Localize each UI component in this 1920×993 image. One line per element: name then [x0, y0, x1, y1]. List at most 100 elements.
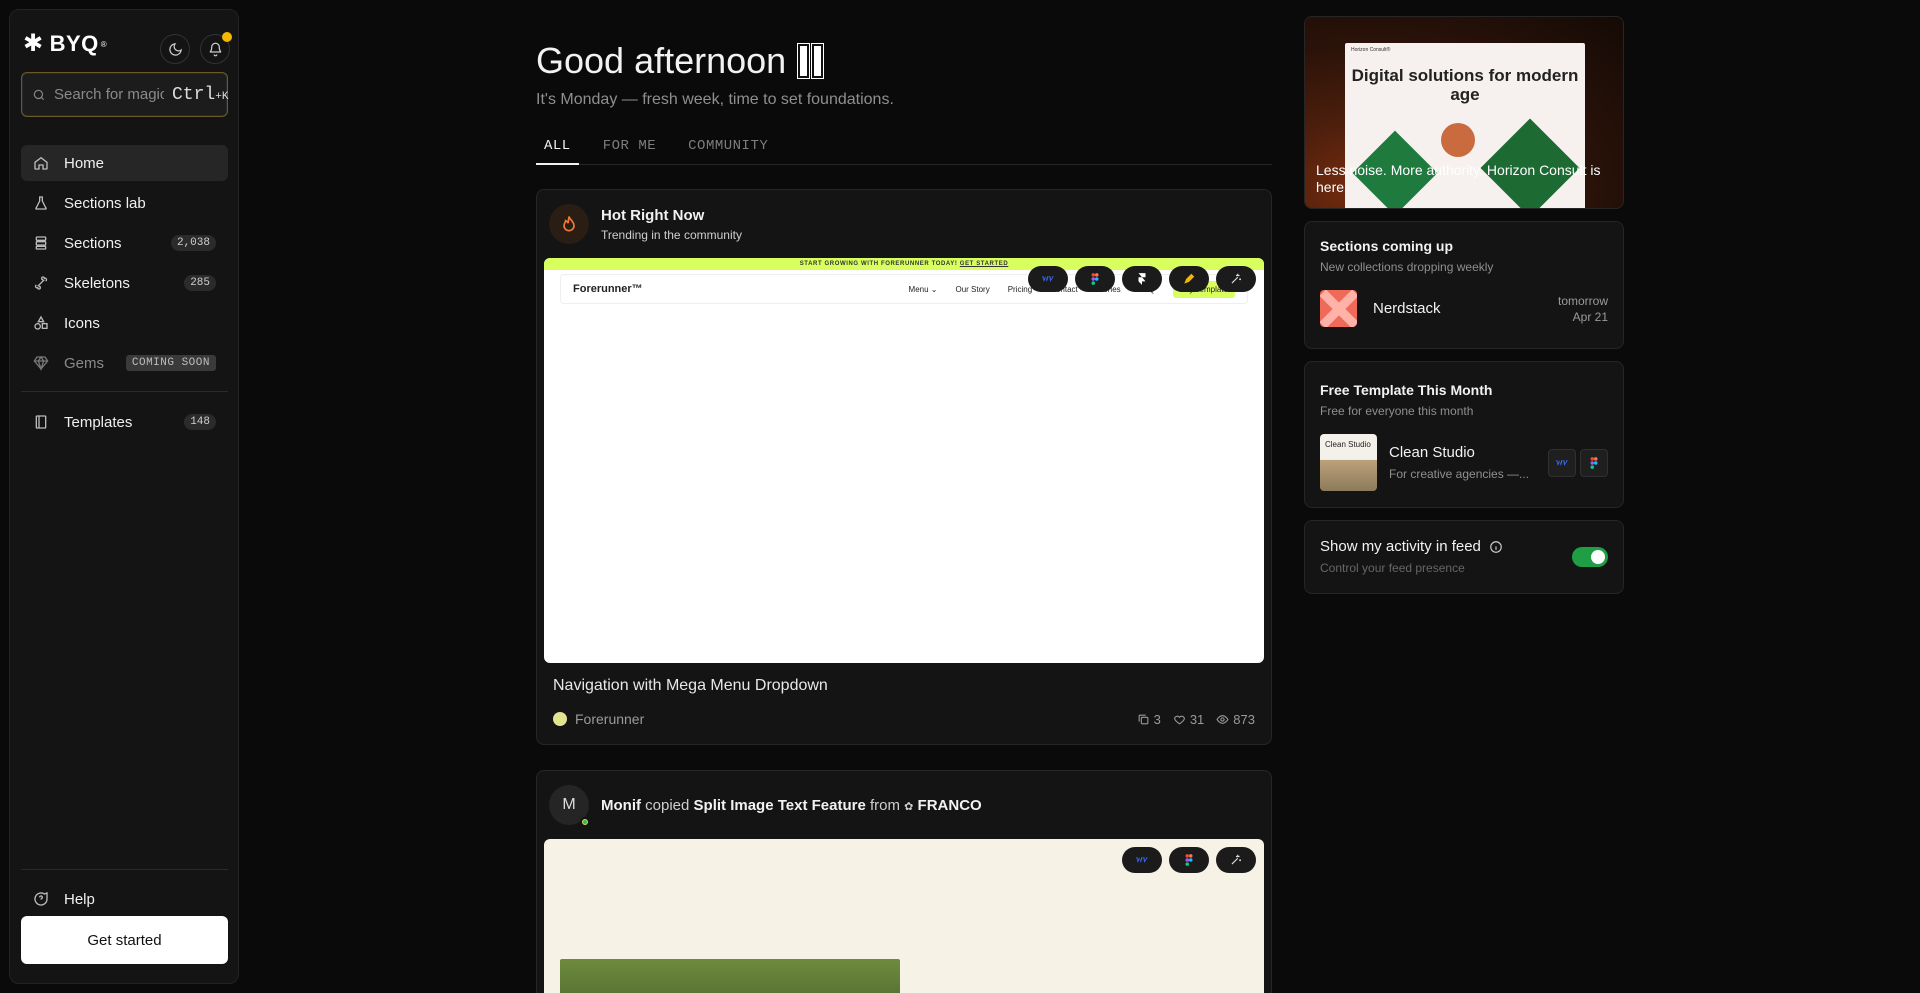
info-icon[interactable]: [1489, 540, 1503, 554]
help-chat-icon: [34, 892, 48, 906]
greeting-text: Good afternoon: [536, 40, 787, 81]
nav-label: Sections: [64, 234, 122, 252]
nav-label: Sections lab: [64, 194, 146, 212]
free-template-item[interactable]: Clean Studio Clean Studio For creative a…: [1320, 434, 1608, 491]
section-preview[interactable]: [544, 839, 1264, 993]
activity-item[interactable]: Split Image Text Feature: [694, 797, 866, 814]
coming-item-date: tomorrow Apr 21: [1557, 293, 1608, 324]
nav-item-skeletons[interactable]: Skeletons 285: [21, 265, 228, 301]
coming-item[interactable]: Nerdstack tomorrow Apr 21: [1320, 290, 1608, 327]
sections-count-badge: 2,038: [170, 235, 216, 251]
page-subtitle: It's Monday — fresh week, time to set fo…: [536, 91, 894, 108]
brand-logo[interactable]: ✱ BYQ ®: [23, 31, 107, 57]
sidebar: ✱ BYQ ® Ctrl+K Home Sections lab Section…: [9, 9, 239, 984]
nerdstack-logo-icon: [1320, 290, 1357, 327]
eye-icon: [1216, 714, 1229, 724]
nav-item-icons[interactable]: Icons: [21, 305, 228, 341]
template-figma-button[interactable]: [1580, 448, 1608, 477]
activity-source[interactable]: FRANCO: [918, 797, 982, 814]
framer-button[interactable]: [1122, 266, 1162, 292]
bone-icon: [34, 276, 48, 290]
nav-item-home[interactable]: Home: [21, 145, 228, 181]
preview-photo: [560, 959, 900, 993]
brand-mark: ®: [100, 39, 108, 49]
theme-toggle-button[interactable]: [160, 34, 190, 64]
tool-row: [1028, 266, 1256, 292]
activity-text: Monif copied Split Image Text Feature fr…: [601, 796, 982, 814]
search-shortcut: Ctrl+K: [172, 84, 229, 105]
flame-icon: [563, 216, 575, 232]
templates-count-badge: 148: [184, 414, 216, 430]
card-stats: 3 31 873: [1137, 712, 1255, 727]
source-icon: ✿: [904, 800, 914, 813]
gem-icon: [33, 355, 49, 371]
nav-item-gems[interactable]: Gems COMING SOON: [21, 345, 228, 381]
template-webflow-button[interactable]: [1548, 448, 1576, 477]
brand-name: BYQ: [49, 31, 99, 56]
card-header: Hot Right Now Trending in the community: [537, 190, 1271, 258]
figma-icon: [1091, 273, 1099, 285]
tool-row: [1122, 847, 1256, 873]
nav-item-sections-lab[interactable]: Sections lab: [21, 185, 228, 221]
ai-magic-button[interactable]: [1216, 847, 1256, 873]
online-indicator: [580, 817, 590, 827]
skeletons-count-badge: 285: [184, 275, 216, 291]
nav-item-sections[interactable]: Sections 2,038: [21, 225, 228, 261]
fire-badge: [549, 204, 589, 244]
promo-hero[interactable]: Horizon Consult® Digital solutions for m…: [1304, 16, 1624, 209]
webflow-button[interactable]: [1028, 266, 1068, 292]
author-avatar: [553, 712, 567, 726]
user-avatar[interactable]: M: [549, 785, 590, 827]
moon-icon: [168, 42, 182, 56]
card-title[interactable]: Navigation with Mega Menu Dropdown: [537, 663, 1271, 695]
views-stat: 873: [1216, 712, 1255, 727]
nav-item-templates[interactable]: Templates 148: [21, 404, 228, 440]
panel-title: Sections coming up: [1320, 238, 1454, 254]
panel-subtitle: Free for everyone this month: [1320, 404, 1474, 418]
tab-for-me[interactable]: FOR ME: [595, 136, 664, 165]
flask-icon: [35, 196, 47, 210]
free-template-panel: Free Template This Month Free for everyo…: [1304, 361, 1624, 508]
template-thumbnail: Clean Studio: [1320, 434, 1377, 491]
search-box[interactable]: Ctrl+K: [21, 72, 228, 117]
webflow-icon: [1042, 276, 1054, 282]
figma-button[interactable]: [1075, 266, 1115, 292]
framer-icon: [1138, 273, 1146, 285]
search-input[interactable]: [54, 86, 164, 103]
pencil-tool-button[interactable]: [1169, 266, 1209, 292]
likes-stat[interactable]: 31: [1173, 712, 1204, 727]
search-icon: [33, 89, 45, 100]
help-label: Help: [64, 890, 95, 908]
feed-card-activity[interactable]: M Monif copied Split Image Text Feature …: [536, 770, 1272, 993]
tab-all[interactable]: ALL: [536, 136, 579, 165]
coming-soon-badge: COMING SOON: [125, 355, 216, 371]
sparkles-icon: [1231, 854, 1241, 865]
nav-label: Home: [64, 154, 105, 172]
activity-toggle[interactable]: [1572, 547, 1608, 567]
activity-actor[interactable]: Monif: [601, 797, 641, 814]
card-head-title: Hot Right Now: [601, 206, 705, 224]
panel-subtitle: New collections dropping weekly: [1320, 260, 1494, 274]
home-icon: [34, 156, 48, 170]
nav-label: Templates: [64, 413, 133, 431]
ai-magic-button[interactable]: [1216, 266, 1256, 292]
template-desc: For creative agencies —...: [1389, 467, 1529, 481]
main-nav: Home Sections lab Sections 2,038 Skeleto…: [21, 145, 228, 444]
sparkles-icon: [1231, 273, 1241, 284]
help-link[interactable]: Help: [21, 881, 228, 921]
card-author[interactable]: Forerunner: [553, 711, 644, 727]
feed-card-trending[interactable]: Hot Right Now Trending in the community …: [536, 189, 1272, 745]
nav-item-help[interactable]: Help: [21, 881, 228, 917]
webflow-icon: [1136, 857, 1148, 863]
section-preview[interactable]: START GROWING WITH FORERUNNER TODAY! GET…: [544, 258, 1264, 663]
figma-button[interactable]: [1169, 847, 1209, 873]
webflow-icon: [1556, 459, 1568, 466]
notifications-button[interactable]: [200, 32, 232, 64]
nav-label: Skeletons: [64, 274, 130, 292]
tab-community[interactable]: COMMUNITY: [680, 136, 776, 165]
webflow-button[interactable]: [1122, 847, 1162, 873]
pencil-icon: [1184, 273, 1195, 284]
preview-logo: Forerunner™: [573, 283, 643, 295]
get-started-button[interactable]: Get started: [21, 916, 228, 964]
copy-icon: [1138, 714, 1148, 724]
